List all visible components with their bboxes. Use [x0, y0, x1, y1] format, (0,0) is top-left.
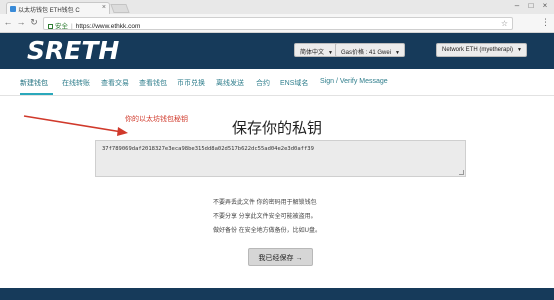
page-title: 保存你的私钥 — [231, 120, 322, 137]
close-window-icon[interactable]: × — [538, 1, 552, 10]
address-separator: | — [71, 23, 73, 30]
warning-line: 做好备份 在安全地方做备份，比如U盘。 — [213, 228, 322, 234]
nav-transactions[interactable]: 查看交易 — [101, 78, 129, 88]
nav-contracts[interactable]: 合约 — [256, 78, 270, 88]
caret-down-icon: ▼ — [328, 50, 333, 56]
secure-indicator[interactable]: 安全 — [48, 23, 68, 30]
forward-icon[interactable]: → — [15, 17, 27, 27]
browser-tab[interactable]: 以太坊钱包 ETH钱包 C × — [6, 2, 110, 14]
browser-toolbar: ← → ↻ 安全 | https://www.ethkk.com ☆ ⋮ — [0, 14, 554, 33]
warning-line: 不要分享 分享此文件安全可能被盗用。 — [213, 214, 317, 220]
browser-titlebar: 以太坊钱包 ETH钱包 C × – □ × — [0, 0, 554, 14]
warning-line: 不要弄丢此文件 你的密码用于解锁钱包 — [213, 200, 317, 206]
gas-price-dropdown[interactable]: Gas价格 : 41 Gwei ▼ — [335, 43, 405, 57]
close-icon[interactable]: × — [102, 4, 106, 11]
address-bar[interactable]: 安全 | https://www.ethkk.com ☆ — [43, 17, 513, 30]
nav-offline-send[interactable]: 离线发送 — [216, 78, 244, 88]
private-key-textarea[interactable]: 37f789069daf2018327e3eca98be315dd8a02d51… — [95, 140, 466, 177]
private-key-value: 37f789069daf2018327e3eca98be315dd8a02d51… — [102, 146, 314, 152]
browser-menu-icon[interactable]: ⋮ — [541, 17, 550, 28]
saved-confirm-button[interactable]: 我已经保存 → — [248, 248, 313, 266]
nav-swap[interactable]: 币币兑换 — [177, 78, 205, 88]
reload-icon[interactable]: ↻ — [28, 17, 40, 28]
nav-view-wallet[interactable]: 查看钱包 — [139, 78, 167, 88]
site-logo[interactable]: SRETH — [27, 36, 119, 65]
caret-down-icon: ▼ — [395, 50, 400, 56]
nav-new-wallet[interactable]: 新建钱包 — [20, 78, 48, 88]
minimize-icon[interactable]: – — [510, 1, 524, 10]
nav-sign-verify[interactable]: Sign / Verify Message — [320, 78, 388, 85]
site-header: SRETH 简体中文 ▼ Gas价格 : 41 Gwei ▼ Network ETH… — [0, 33, 554, 69]
url-text: https://www.ethkk.com — [75, 23, 141, 30]
back-icon[interactable]: ← — [2, 17, 14, 27]
nav-ens[interactable]: ENS域名 — [280, 78, 308, 88]
bookmark-star-icon[interactable]: ☆ — [501, 19, 508, 28]
nav-send[interactable]: 在线转账 — [62, 78, 90, 88]
language-dropdown[interactable]: 简体中文 ▼ — [294, 43, 338, 57]
main-nav: 新建钱包 在线转账 查看交易 查看钱包 币币兑换 离线发送 合约 ENS域名 S… — [0, 69, 554, 96]
maximize-icon[interactable]: □ — [524, 1, 538, 10]
resize-handle-icon[interactable] — [459, 170, 464, 175]
lock-icon — [48, 24, 53, 29]
new-tab-button[interactable] — [110, 4, 130, 13]
favicon-icon — [10, 6, 16, 12]
active-tab-indicator — [20, 93, 53, 95]
caret-down-icon: ▼ — [517, 47, 522, 53]
site-footer — [0, 288, 554, 300]
network-dropdown[interactable]: Network ETH (myetherapi) ▼ — [436, 43, 527, 57]
